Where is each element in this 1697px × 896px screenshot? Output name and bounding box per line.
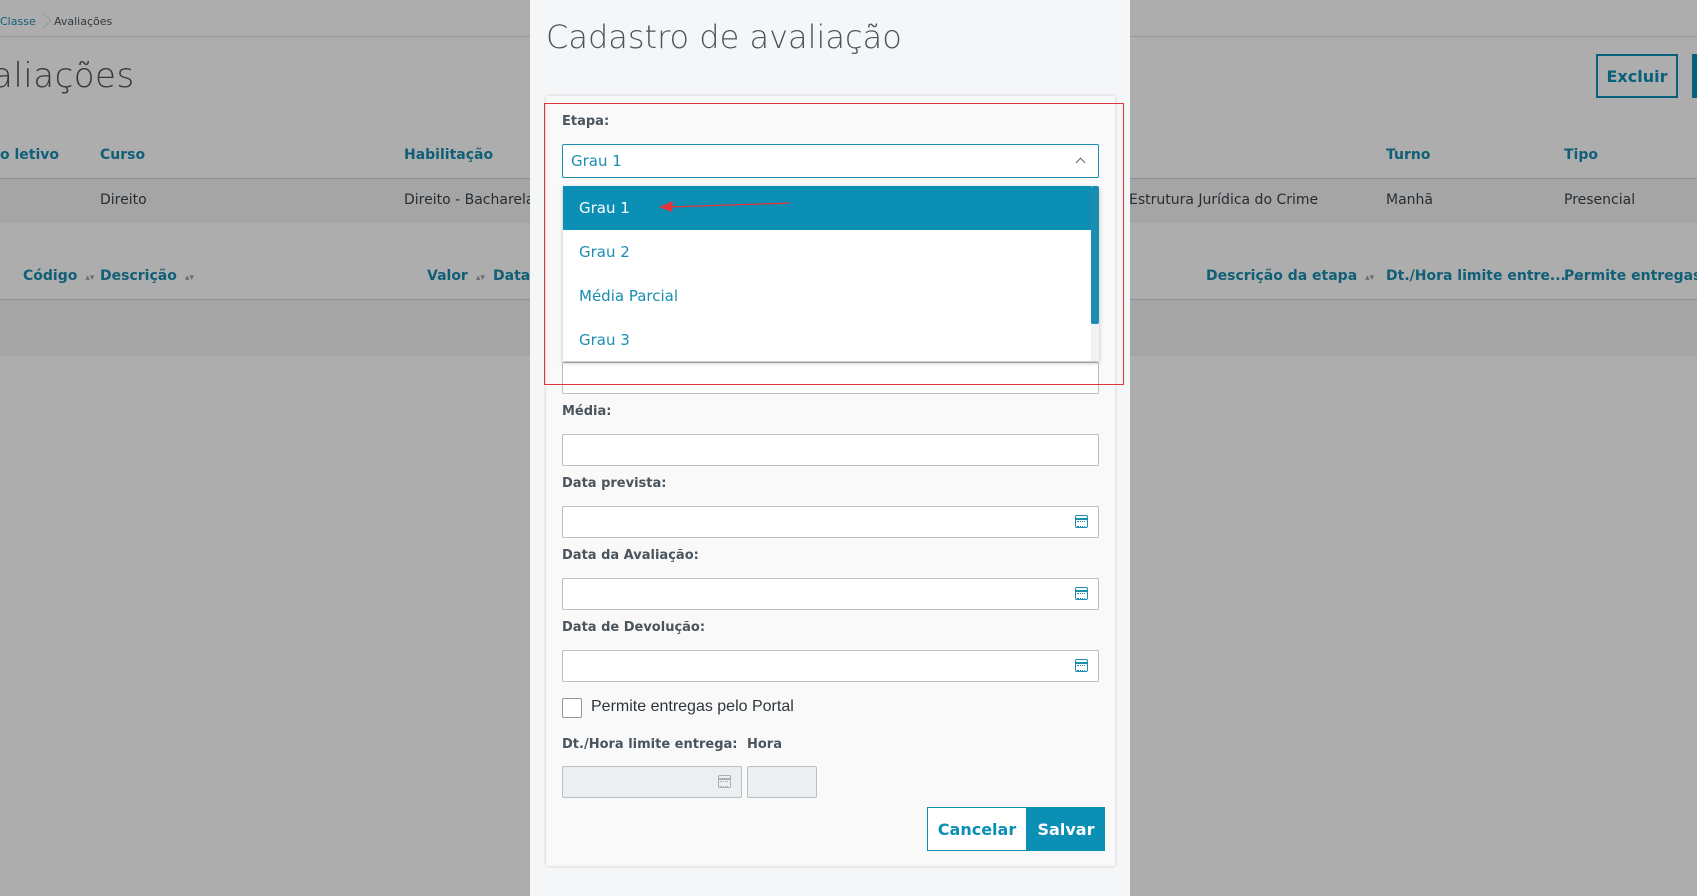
permite-entregas-label[interactable]: Permite entregas pelo Portal (591, 698, 794, 716)
modal-title: Cadastro de avaliação (546, 18, 902, 56)
permite-entregas-checkbox[interactable] (562, 698, 582, 718)
etapa-select[interactable]: Grau 1 (562, 144, 1099, 178)
calendar-icon[interactable] (1075, 659, 1088, 672)
chevron-up-icon (1075, 157, 1086, 168)
calendar-icon[interactable] (1075, 515, 1088, 528)
dropdown-option-grau-1[interactable]: Grau 1 (563, 186, 1091, 230)
media-input[interactable] (562, 434, 1099, 466)
media-label: Média: (562, 404, 612, 419)
data-devolucao-input[interactable] (562, 650, 1099, 682)
modal-dialog: Cadastro de avaliação Etapa: Grau 1 Médi… (530, 0, 1130, 896)
dropdown-scrollbar-thumb[interactable] (1091, 186, 1099, 324)
calendar-icon[interactable] (1075, 587, 1088, 600)
dt-limite-input (562, 766, 742, 798)
data-avaliacao-input[interactable] (562, 578, 1099, 610)
hora-input (747, 766, 817, 798)
cancel-button[interactable]: Cancelar (927, 807, 1027, 851)
form-card: Etapa: Grau 1 Média: Data prevista: Data… (546, 96, 1115, 866)
dropdown-option-grau-2[interactable]: Grau 2 (563, 230, 1091, 274)
dropdown-scrollbar[interactable] (1091, 186, 1099, 361)
data-prevista-label: Data prevista: (562, 476, 667, 491)
dropdown-option-media-parcial[interactable]: Média Parcial (563, 274, 1091, 318)
dt-limite-label: Dt./Hora limite entrega: (562, 737, 738, 752)
dropdown-option-grau-3[interactable]: Grau 3 (563, 318, 1091, 361)
hora-label: Hora (747, 737, 782, 752)
calendar-icon (718, 775, 731, 788)
etapa-label: Etapa: (562, 114, 610, 129)
data-devolucao-label: Data de Devolução: (562, 620, 706, 635)
etapa-select-value: Grau 1 (571, 152, 622, 170)
hidden-field[interactable] (562, 362, 1099, 394)
etapa-dropdown-list: Grau 1 Grau 2 Média Parcial Grau 3 (563, 186, 1099, 361)
save-button[interactable]: Salvar (1027, 807, 1105, 851)
data-avaliacao-label: Data da Avaliação: (562, 548, 699, 563)
data-prevista-input[interactable] (562, 506, 1099, 538)
